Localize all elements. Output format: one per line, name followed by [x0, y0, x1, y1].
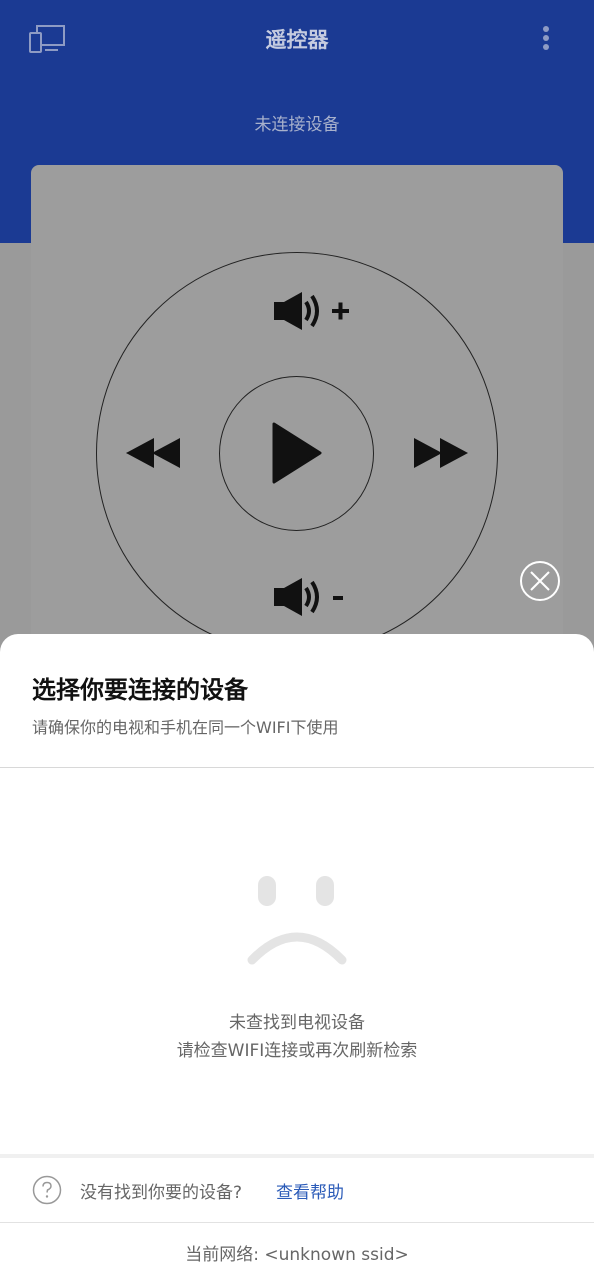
fast-forward-icon[interactable]	[412, 436, 470, 470]
empty-state-title: 未查找到电视设备	[229, 1013, 365, 1033]
empty-state-hint: 请检查WIFI连接或再次刷新检索	[176, 1041, 418, 1061]
volume-down-icon[interactable]	[272, 576, 348, 618]
sad-face-icon	[247, 876, 347, 965]
divider	[0, 767, 594, 768]
view-help-link[interactable]: 查看帮助	[276, 1178, 344, 1203]
more-vertical-icon[interactable]	[536, 24, 556, 54]
connection-status: 未连接设备	[254, 115, 340, 135]
app-header: 遥控器	[0, 0, 594, 80]
divider	[0, 1222, 594, 1223]
rewind-icon[interactable]	[124, 436, 182, 470]
close-icon[interactable]	[519, 560, 561, 602]
sheet-subtitle: 请确保你的电视和手机在同一个WIFI下使用	[32, 718, 339, 737]
help-row: 没有找到你要的设备? 查看帮助	[0, 1158, 594, 1222]
play-icon[interactable]	[270, 420, 324, 486]
device-picker-sheet: 选择你要连接的设备 请确保你的电视和手机在同一个WIFI下使用 未查找到电视设备…	[0, 634, 594, 1280]
volume-up-icon[interactable]	[272, 290, 354, 332]
current-network: 当前网络: <unknown ssid>	[185, 1245, 409, 1265]
help-prompt: 没有找到你要的设备?	[80, 1183, 243, 1203]
question-icon	[32, 1175, 62, 1205]
sheet-title: 选择你要连接的设备	[32, 676, 248, 704]
page-title: 遥控器	[265, 28, 329, 52]
